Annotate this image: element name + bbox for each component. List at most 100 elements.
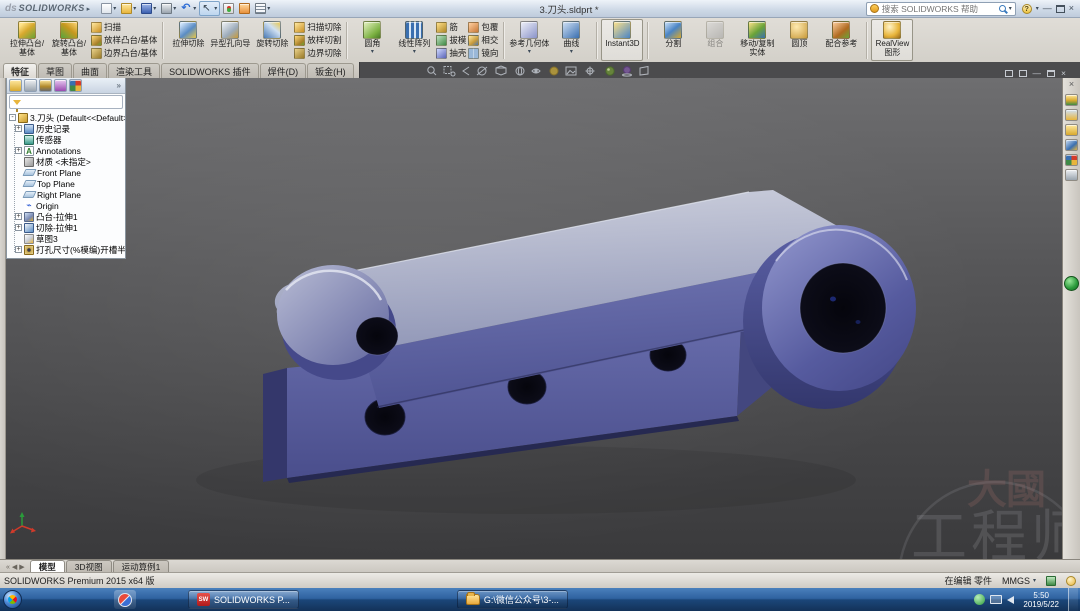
hide-show-items-icon[interactable] [532,69,540,73]
units-caret-icon[interactable]: ▾ [1033,578,1036,584]
tree-item-annotations[interactable]: + A Annotations [9,145,125,156]
fillet-button[interactable]: 圆角▾ [351,19,393,61]
tab-model[interactable]: 模型 [30,560,65,572]
tab-render-tools[interactable]: 渲染工具 [108,63,160,78]
previous-view-icon[interactable] [463,67,469,75]
dropdown-caret-icon[interactable]: ▾ [133,6,136,12]
dropdown-caret-icon[interactable]: ▾ [113,6,116,12]
dropdown-caret-icon[interactable]: ▾ [153,6,156,12]
tree-item-hole-feature[interactable]: + 打孔尺寸(%模编)开槽半沉头木 [9,244,125,255]
tab-sheet-metal[interactable]: 钣金(H) [307,63,354,78]
tab-weldments[interactable]: 焊件(D) [260,63,307,78]
clock[interactable]: 5:50 2019/5/22 [1019,591,1063,609]
expander-icon[interactable]: + [15,147,22,154]
nav-first-icon[interactable]: « [6,564,10,571]
dome-button[interactable]: 圆顶 [778,19,820,61]
revolved-boss-button[interactable]: 旋转凸台/基体 [48,19,90,61]
taskbar-solidworks-button[interactable]: SW SOLIDWORKS P... [188,590,299,609]
lofted-boss-button[interactable]: 放样凸台/基体 [91,34,157,46]
new-window-icon[interactable] [1005,70,1013,77]
realview-sphere-icon[interactable] [605,67,613,75]
nav-prev-icon[interactable]: ◀ [12,563,17,571]
extruded-boss-button[interactable]: 拉伸凸台/基体 [6,19,48,61]
taskbar-folder-button[interactable]: G:\微信公众号\3-... [457,590,568,609]
file-properties-button[interactable] [237,1,252,16]
tree-item-material[interactable]: 材质 <未指定> [9,156,125,167]
tree-item-top-plane[interactable]: Top Plane [9,178,125,189]
menu-expand-icon[interactable]: ▸ [87,5,91,13]
tab-sketch[interactable]: 草图 [38,63,72,78]
search-caret-icon[interactable]: ▾ [1009,6,1012,12]
shadows-icon[interactable] [622,67,631,77]
graphics-viewport[interactable]: 大 國 工程师 » [6,78,1062,559]
curves-button[interactable]: 曲线▾ [550,19,592,61]
doc-close-button[interactable]: × [1061,69,1066,78]
reference-geometry-button[interactable]: 参考几何体▾ [508,19,550,61]
rebuild-button[interactable] [221,1,236,16]
display-style-icon[interactable] [516,67,524,75]
save-button[interactable]: ▾ [139,1,158,16]
tree-item-cut-extrude1[interactable]: + 切除-拉伸1 [9,222,125,233]
undo-button[interactable]: ↶▾ [179,1,198,16]
appearances-icon[interactable] [1065,154,1078,166]
dropdown-caret-icon[interactable]: ▾ [214,6,217,12]
tab-3d-views[interactable]: 3D视图 [66,560,112,572]
extruded-cut-button[interactable]: 拉伸切除 [167,19,209,61]
apply-scene-icon[interactable] [566,67,576,75]
expander-icon[interactable]: + [15,246,22,253]
dropdown-caret-icon[interactable]: ▾ [267,6,270,12]
draft-button[interactable]: 拔模 [436,34,466,46]
community-forum-icon[interactable] [1064,276,1079,291]
show-desktop-button[interactable] [1068,588,1078,611]
display-manager-tab-icon[interactable] [69,79,82,92]
swept-cut-button[interactable]: 扫描切除 [294,21,341,33]
zoom-fit-icon[interactable] [427,67,435,75]
network-icon[interactable] [990,595,1002,604]
dropdown-caret-icon[interactable]: ▾ [173,6,176,12]
help-caret-icon[interactable]: ▾ [1036,6,1039,12]
feature-tree-tab-icon[interactable] [9,79,22,92]
rib-button[interactable]: 筋 [436,21,466,33]
options-button[interactable]: ▾ [253,1,272,16]
volume-icon[interactable] [1007,596,1014,604]
shell-button[interactable]: 抽壳 [436,47,466,59]
lofted-cut-button[interactable]: 放样切割 [294,34,341,46]
view-orientation-icon[interactable] [496,66,506,75]
boundary-cut-button[interactable]: 边界切除 [294,47,341,59]
design-library-icon[interactable] [1065,109,1078,121]
new-document-button[interactable]: ▾ [99,1,118,16]
units-value[interactable]: MMGS [1002,576,1030,586]
print-button[interactable]: ▾ [159,1,178,16]
solidworks-logo[interactable]: ds SOLIDWORKS ▸ [3,3,96,14]
instant3d-button[interactable]: Instant3D [601,19,643,61]
tab-features[interactable]: 特征 [3,63,37,78]
dropdown-caret-icon[interactable]: ▾ [371,49,374,55]
dropdown-caret-icon[interactable]: ▾ [570,49,573,55]
custom-properties-tag-icon[interactable] [1046,576,1056,586]
move-copy-bodies-button[interactable]: 移动/复制实体 [736,19,778,61]
tree-item-boss-extrude1[interactable]: + 凸台-拉伸1 [9,211,125,222]
wrap-button[interactable]: 包覆 [468,21,498,33]
tray-antivirus-icon[interactable] [974,594,985,605]
tree-filter-box[interactable] [9,95,123,109]
search-icon[interactable] [999,5,1006,12]
status-help-icon[interactable] [1066,576,1076,586]
tab-motion-study-1[interactable]: 运动算例1 [113,560,170,572]
mate-reference-button[interactable]: 配合参考 [820,19,862,61]
split-button[interactable]: 分割 [652,19,694,61]
linear-pattern-button[interactable]: 线性阵列▾ [393,19,435,61]
help-search-box[interactable]: ▾ [866,2,1016,16]
tree-item-sensors[interactable]: 传感器 [9,134,125,145]
section-view-icon[interactable] [477,67,487,75]
expander-icon[interactable]: + [15,213,22,220]
tree-item-sketch3[interactable]: 草图3 [9,233,125,244]
expander-icon[interactable]: + [15,224,22,231]
solidworks-resources-icon[interactable] [1065,94,1078,106]
custom-properties-icon[interactable] [1065,169,1078,181]
minimize-button[interactable]: — [1043,4,1052,13]
open-button[interactable]: ▾ [119,1,138,16]
tree-item-history[interactable]: + 历史记录 [9,123,125,134]
file-explorer-icon[interactable] [1065,124,1078,136]
mirror-button[interactable]: 镜向 [468,47,498,59]
hole-wizard-button[interactable]: 异型孔向导 [209,19,251,61]
